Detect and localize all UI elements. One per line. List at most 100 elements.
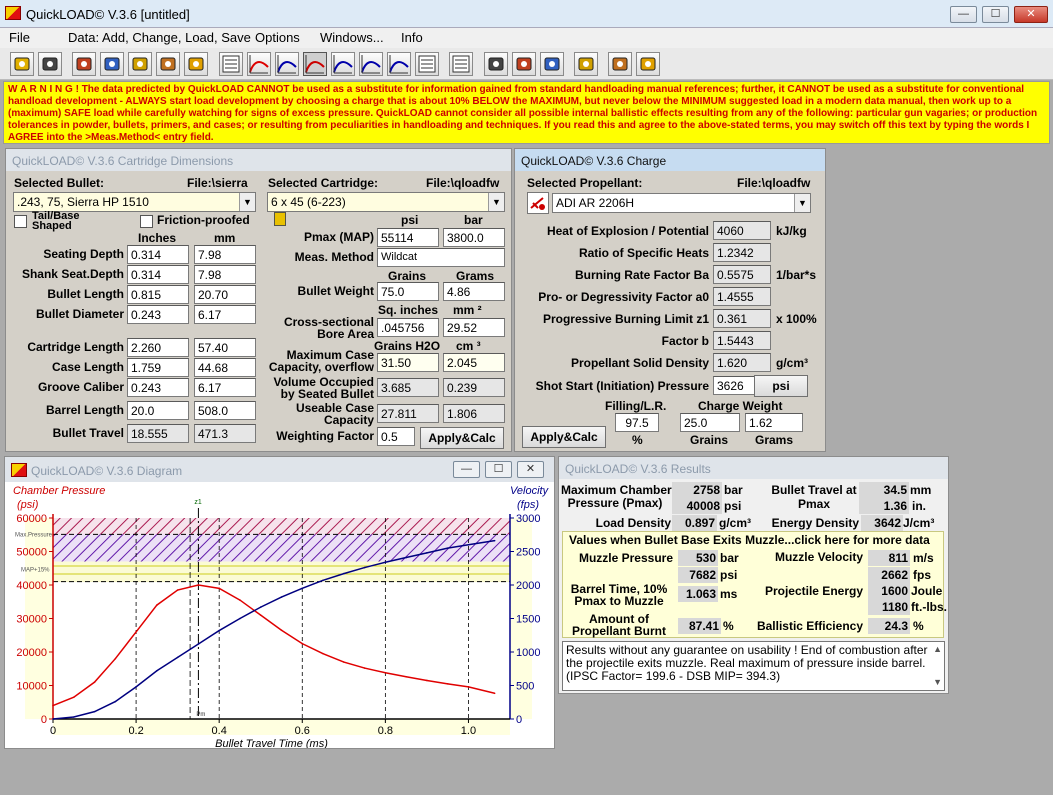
diagram-close-button[interactable]: ✕ [517, 461, 544, 478]
energy-density-unit: J/cm³ [903, 516, 935, 530]
menu-data[interactable]: Data: Add, Change, Load, Save [68, 30, 251, 45]
chevron-down-icon[interactable]: ▼ [239, 193, 255, 211]
pressure-point [405, 675, 407, 678]
propellant-icon[interactable] [527, 192, 549, 214]
propellant-edit-icon[interactable] [128, 52, 152, 76]
bt-mm-unit: mm [910, 483, 932, 497]
energy-curve-icon[interactable] [359, 52, 383, 76]
charge-edit-icon[interactable] [156, 52, 180, 76]
velocity-curve-icon[interactable] [275, 52, 299, 76]
meas-method-input[interactable]: Wildcat [377, 248, 505, 267]
velocity-point [280, 596, 283, 598]
row-inches-input[interactable]: 20.0 [127, 401, 189, 420]
filling-input[interactable]: 97.5 [615, 413, 659, 432]
x-tick-label: 1.0 [461, 725, 476, 737]
combined-curve-icon[interactable] [387, 52, 411, 76]
cartridge-edit-icon[interactable] [100, 52, 124, 76]
velocity-point [239, 617, 241, 620]
print-icon[interactable] [636, 52, 660, 76]
row-mm-input[interactable]: 20.70 [194, 285, 256, 304]
friction-proofed-checkbox[interactable] [140, 215, 153, 228]
menu-file[interactable]: File [9, 30, 30, 45]
list-icon[interactable] [415, 52, 439, 76]
menu-info[interactable]: Info [401, 30, 423, 45]
table-icon[interactable] [219, 52, 243, 76]
pressure-velocity-icon[interactable] [303, 52, 327, 76]
maximize-button[interactable]: ☐ [982, 6, 1009, 23]
case-icon[interactable] [540, 52, 564, 76]
row-mm-input[interactable]: 7.98 [194, 265, 256, 284]
y-tick-label: 10000 [16, 681, 47, 693]
propellant-select[interactable]: ADI AR 2206H ▼ [552, 193, 811, 213]
row-mm-input[interactable]: 44.68 [194, 358, 256, 377]
velocity-point [426, 552, 428, 554]
pressure-velocity-chart: Max.Pressure MAP+15% z1 Pm Chamber Pressure (… [5, 482, 554, 748]
usable-case-grains: 27.811 [377, 404, 439, 423]
charge-apply-calc-button[interactable]: Apply&Calc [522, 426, 606, 448]
row-mm-input[interactable]: 508.0 [194, 401, 256, 420]
projectile-energy-ftlb-unit: ft.-lbs. [911, 600, 947, 614]
row-inches-input[interactable]: 0.314 [127, 245, 189, 264]
bore-area-mm2-input[interactable]: 29.52 [443, 318, 505, 337]
tail-base-checkbox[interactable] [14, 215, 27, 228]
chevron-down-icon[interactable]: ▼ [794, 194, 810, 212]
parameter-icon[interactable] [512, 52, 536, 76]
projectile-energy-label: Projectile Energy [764, 584, 863, 598]
max-case-grains-input[interactable]: 31.50 [377, 353, 439, 372]
shot-start-psi-button[interactable]: psi [754, 375, 808, 397]
cartridge-select[interactable]: 6 x 45 (6-223) ▼ [267, 192, 505, 212]
row-mm-input[interactable]: 57.40 [194, 338, 256, 357]
pmax-bar-input[interactable]: 3800.0 [443, 228, 505, 247]
results-note[interactable]: Results without any guarantee on usabili… [562, 641, 945, 691]
compare-icon[interactable] [484, 52, 508, 76]
charge-row-label: Pro- or Degressivity Factor a0 [538, 290, 709, 304]
charge-grains-input[interactable]: 25.0 [680, 413, 740, 432]
results-panel-title: QuickLOAD© V.3.6 Results [559, 457, 948, 479]
row-inches-input[interactable]: 1.759 [127, 358, 189, 377]
row-label: Case Length [51, 360, 124, 374]
charge-row-label: Progressive Burning Limit z1 [542, 312, 709, 326]
open-folder-icon[interactable] [10, 52, 34, 76]
auto-calc-icon[interactable] [184, 52, 208, 76]
burn-curve-icon[interactable] [331, 52, 355, 76]
vol-occupied-label-2: by Seated Bullet [280, 387, 374, 401]
weighting-factor-input[interactable]: 0.5 [377, 427, 415, 446]
diagram-minimize-button[interactable]: — [453, 461, 480, 478]
menu-options[interactable]: Options [255, 30, 300, 45]
charge-row-label: Heat of Explosion / Potential [546, 224, 709, 238]
cartridges-icon[interactable] [608, 52, 632, 76]
pmax-psi-input[interactable]: 55114 [377, 228, 439, 247]
row-mm-input[interactable]: 6.17 [194, 378, 256, 397]
menu-windows[interactable]: Windows... [320, 30, 384, 45]
diagram-maximize-button[interactable]: ☐ [485, 461, 512, 478]
save-icon[interactable] [38, 52, 62, 76]
bullet-data-icon[interactable] [72, 52, 96, 76]
minimize-button[interactable]: — [950, 6, 977, 23]
row-inches-input[interactable]: 0.815 [127, 285, 189, 304]
scroll-up-icon[interactable]: ▲ [933, 643, 942, 656]
row-inches-input[interactable]: 0.243 [127, 305, 189, 324]
close-button[interactable]: ✕ [1014, 6, 1048, 23]
powder-icon[interactable] [574, 52, 598, 76]
bore-area-sqin-input[interactable]: .045756 [377, 318, 439, 337]
max-case-cm3-input[interactable]: 2.045 [443, 353, 505, 372]
chevron-down-icon[interactable]: ▼ [488, 193, 504, 211]
bullet-weight-grams-input[interactable]: 4.86 [443, 282, 505, 301]
row-mm-input[interactable]: 7.98 [194, 245, 256, 264]
pressure-curve-icon[interactable] [247, 52, 271, 76]
bullet-weight-grains-input[interactable]: 75.0 [377, 282, 439, 301]
pmax-label: Pmax (MAP) [303, 230, 374, 244]
apply-calc-button[interactable]: Apply&Calc [420, 427, 504, 449]
muzzle-exit-link[interactable]: Values when Bullet Base Exits Muzzle...c… [569, 533, 930, 547]
bullet-select[interactable]: .243, 75, Sierra HP 1510 ▼ [13, 192, 256, 212]
pressure-point [114, 657, 117, 660]
report-icon[interactable] [449, 52, 473, 76]
row-inches-input[interactable]: 0.243 [127, 378, 189, 397]
bullet-select-value: .243, 75, Sierra HP 1510 [17, 195, 149, 209]
scroll-down-icon[interactable]: ▼ [933, 676, 942, 689]
row-inches-input[interactable]: 2.260 [127, 338, 189, 357]
charge-grams-input[interactable]: 1.62 [745, 413, 803, 432]
row-mm-input[interactable]: 6.17 [194, 305, 256, 324]
row-inches-input[interactable]: 0.314 [127, 265, 189, 284]
vol-occupied-cm3: 0.239 [443, 378, 505, 397]
